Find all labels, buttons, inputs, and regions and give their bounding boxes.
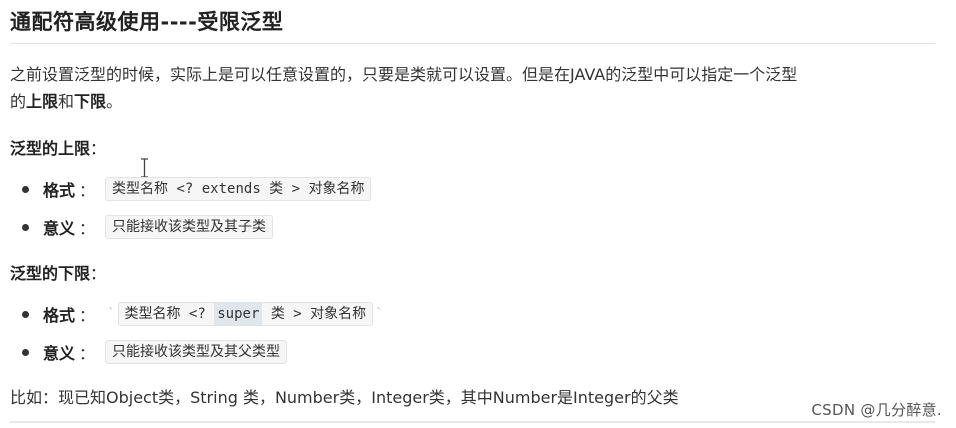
lower-heading-text: 泛型的下限 [10,264,91,283]
intro-paragraph: 之前设置泛型的时候，实际上是可以任意设置的，只要是类就可以设置。但是在JAVA的… [10,61,940,115]
bullet-icon [22,185,29,193]
summary-text: 比如：现已知Object类，String 类，Number类，Integer类，… [10,388,679,407]
upper-format-label: 格式 [43,181,76,200]
upper-heading-text: 泛型的上限 [10,139,91,158]
title-divider [10,43,935,44]
intro-prefix: 的 [10,92,27,111]
upper-meaning-label: 意义 [43,219,76,238]
intro-period: 。 [106,92,123,111]
upper-meaning-code: 只能接收该类型及其子类 [105,215,274,239]
upper-meaning-colon: ： [79,219,96,238]
lower-code-super: super [214,303,263,325]
lower-code-post: 类 > 对象名称 [262,306,367,322]
lower-meaning-item: 意义 ： 只能接收该类型及其父类型 [22,337,288,367]
lower-format-item: 格式 ： ` 类型名称 <? super 类 > 对象名称 ` [22,299,386,329]
bullet-icon [22,348,29,356]
intro-and: 和 [58,92,75,111]
intro-upper: 上限 [26,92,59,111]
lower-meaning-colon: ： [79,344,96,363]
lower-heading-colon: ： [90,264,107,283]
intro-lower: 下限 [74,92,107,111]
upper-meaning-item: 意义 ： 只能接收该类型及其子类 [22,212,274,242]
page-title: 通配符高级使用----受限泛型 [10,10,284,34]
upper-bound-heading: 泛型的上限： [10,135,106,159]
upper-format-item: 格式 ： 类型名称 <? extends 类 > 对象名称 [22,174,372,204]
lower-meaning-label: 意义 [43,344,76,363]
lower-meaning-code: 只能接收该类型及其父类型 [105,340,288,364]
upper-heading-colon: ： [90,139,107,158]
bullet-icon [22,223,29,231]
backtick-right: ` [376,306,383,322]
lower-format-code: 类型名称 <? super 类 > 对象名称 [117,302,374,326]
intro-line-2: 的上限和下限。 [10,88,940,115]
bottom-divider [10,421,935,423]
lower-bound-heading: 泛型的下限： [10,260,106,284]
lower-format-label: 格式 [43,306,76,325]
intro-line-1: 之前设置泛型的时候，实际上是可以任意设置的，只要是类就可以设置。但是在JAVA的… [10,65,798,84]
backtick-left: ` [108,306,115,322]
upper-format-code: 类型名称 <? extends 类 > 对象名称 [105,177,372,201]
upper-format-colon: ： [79,181,96,200]
bullet-icon [22,310,29,318]
lower-code-pre: 类型名称 <? [124,306,215,322]
lower-format-colon: ： [79,306,96,325]
watermark: CSDN @几分醉意. [811,401,942,419]
